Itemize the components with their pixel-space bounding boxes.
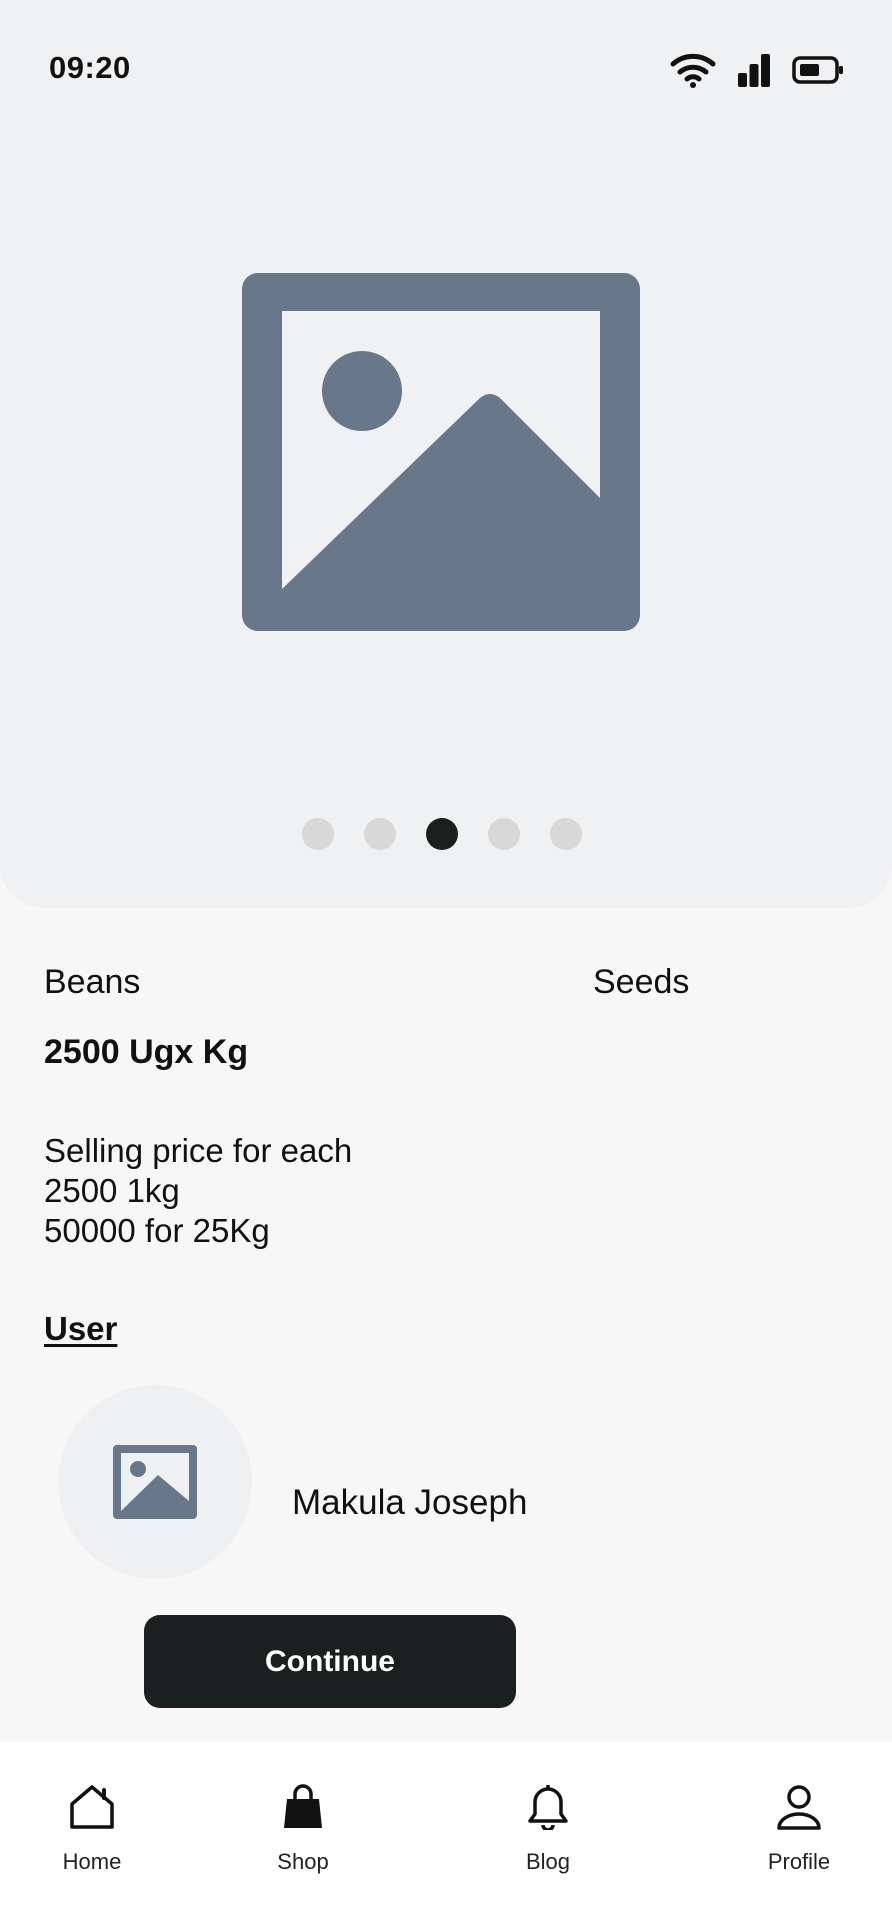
gallery-dot-active[interactable] (426, 818, 458, 850)
gallery-dot[interactable] (488, 818, 520, 850)
signal-icon (738, 53, 770, 92)
product-category: Seeds (593, 963, 690, 1001)
nav-item-shop[interactable]: Shop (233, 1784, 373, 1875)
continue-button[interactable]: Continue (144, 1615, 516, 1708)
nav-item-profile[interactable]: Profile (729, 1784, 869, 1875)
nav-item-label: Shop (277, 1849, 329, 1874)
image-placeholder-icon (113, 1445, 197, 1519)
description-line: 2500 1kg (44, 1172, 180, 1209)
nav-item-label: Home (62, 1849, 122, 1874)
nav-item-blog[interactable]: Blog (478, 1784, 618, 1875)
product-gallery[interactable]: 09:20 (0, 0, 892, 908)
nav-item-label: Profile (767, 1849, 831, 1874)
image-placeholder-icon (218, 258, 668, 645)
description-line: 50000 for 25Kg (44, 1212, 270, 1249)
home-icon (68, 1784, 116, 1835)
gallery-dot[interactable] (302, 818, 334, 850)
description-line: Selling price for each (44, 1132, 353, 1169)
status-icons (670, 52, 844, 93)
gallery-dot[interactable] (550, 818, 582, 850)
nav-item-home[interactable]: Home (22, 1784, 162, 1875)
gallery-dot[interactable] (364, 818, 396, 850)
status-time: 09:20 (49, 50, 131, 85)
battery-icon (792, 56, 844, 89)
user-name: Makula Joseph (292, 1483, 528, 1522)
wifi-icon (670, 52, 716, 93)
product-price: 2500 Ugx Kg (44, 1033, 249, 1071)
shopping-bag-icon (282, 1784, 324, 1835)
avatar[interactable] (58, 1385, 252, 1579)
user-icon (775, 1784, 823, 1835)
nav-item-label: Blog (525, 1849, 571, 1874)
product-name: Beans (44, 963, 141, 1001)
bottom-nav: Home Shop Blog Profile (0, 1742, 892, 1930)
user-heading[interactable]: User (44, 1310, 117, 1348)
bell-icon (527, 1784, 569, 1835)
gallery-pagination[interactable] (302, 818, 582, 850)
product-description: Selling price for each 2500 1kg 50000 fo… (44, 1131, 352, 1251)
